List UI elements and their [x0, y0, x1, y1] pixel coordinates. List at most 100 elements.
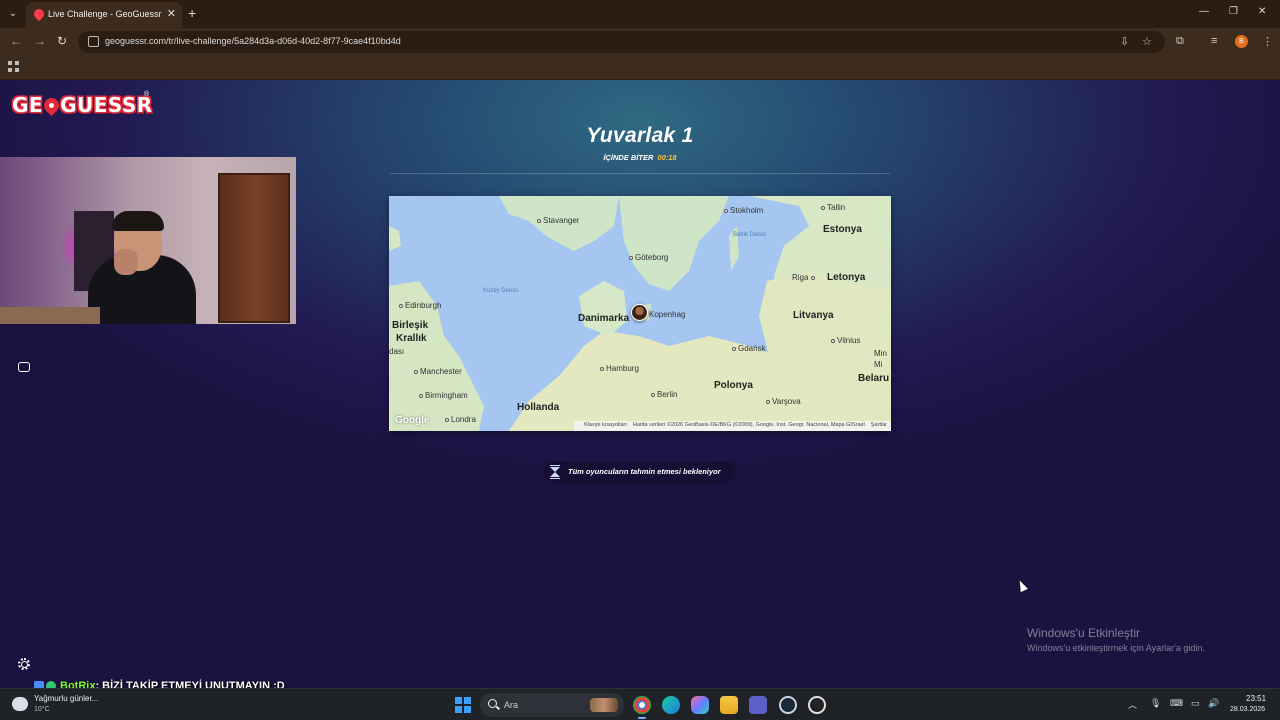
site-info-icon[interactable]	[88, 36, 99, 47]
round-title: Yuvarlak 1	[586, 124, 694, 147]
waiting-text: Tüm oyuncuların tahmin etmesi bekleniyor	[568, 467, 721, 476]
round-timer: İÇİNDE BİTER 00:18	[390, 153, 890, 162]
copilot-icon[interactable]	[691, 696, 709, 714]
extensions-icon[interactable]: ⧉	[1176, 35, 1184, 48]
map-label-polonya: Polonya	[714, 380, 753, 391]
bookmark-star-icon[interactable]: ☆	[1142, 35, 1152, 48]
install-app-icon[interactable]: ⇩	[1120, 35, 1129, 48]
weather-description[interactable]: Yağmurlu günler...	[34, 694, 98, 703]
logo-text-left: GE	[12, 93, 44, 117]
logo-pin-icon	[40, 94, 63, 117]
geoguessr-favicon-icon	[31, 6, 47, 22]
more-menu-icon[interactable]: ⋮	[1262, 35, 1273, 48]
activation-subtitle: Windows'u etkinleştirmek için Ayarlar'a …	[1027, 643, 1205, 653]
google-logo: Google	[395, 415, 430, 426]
edge-icon[interactable]	[662, 696, 680, 714]
browser-toolbar: ← → ↻ geoguessr.com/tr/live-challenge/5a…	[0, 28, 1280, 56]
keyboard-shortcuts-link[interactable]: Klavye kısayolları	[584, 422, 627, 428]
microphone-icon[interactable]: 🎙	[1150, 698, 1161, 709]
map-label-birlesik-1: Birleşik	[392, 320, 429, 331]
clock-date[interactable]: 28.03.2026	[1230, 706, 1265, 713]
map-label-kopenhag: Kopenhag	[649, 310, 686, 319]
map-label-manchester: Manchester	[414, 367, 462, 376]
map-label-stavanger: Stavanger	[537, 216, 579, 225]
search-icon	[488, 699, 497, 708]
address-bar[interactable]: geoguessr.com/tr/live-challenge/5a284d3a…	[78, 31, 1165, 53]
map-label-londra: Londra	[445, 415, 476, 424]
search-placeholder: Ara	[504, 700, 519, 710]
clock-time[interactable]: 23:51	[1246, 694, 1266, 703]
map-label-belarus: Belaru	[858, 373, 890, 384]
chat-icon	[18, 362, 30, 372]
network-icon[interactable]: ▭	[1191, 698, 1200, 709]
forward-arrow-icon[interactable]: →	[34, 34, 46, 48]
map-label-letonya: Letonya	[827, 272, 866, 283]
steam-icon[interactable]	[779, 696, 797, 714]
keyboard-icon[interactable]: ⌨	[1170, 698, 1183, 709]
app-notification-icon[interactable]	[808, 696, 826, 714]
minimize-icon[interactable]: —	[1199, 6, 1209, 17]
map-label-hollanda: Hollanda	[517, 402, 560, 413]
reload-icon[interactable]: ↻	[57, 34, 67, 48]
weather-temperature[interactable]: 10°C	[34, 706, 50, 713]
map-label-goteborg: Göteborg	[629, 253, 668, 262]
map-label-birlesik-2: Krallık	[396, 333, 427, 344]
logo-text-right: GUESSR	[60, 93, 153, 117]
chat-message-text: : BİZİ TAKİP ETMEYİ UNUTMAYIN :D	[95, 680, 285, 688]
window-close-icon[interactable]: ✕	[1258, 6, 1266, 17]
map-label-riga: Riga	[792, 273, 817, 282]
chrome-icon[interactable]	[633, 696, 651, 719]
geoguessr-logo[interactable]: GE GUESSR	[12, 93, 153, 117]
bookmarks-bar	[0, 56, 1280, 80]
tab-close-icon[interactable]: ✕	[167, 7, 176, 20]
terms-link[interactable]: Şartlar	[871, 422, 887, 428]
tab-search-chevron-icon[interactable]: ⌄	[4, 5, 22, 23]
restore-icon[interactable]: ❐	[1229, 6, 1238, 17]
streamer-webcam	[0, 157, 296, 324]
map-label-kuzey: Kuzey Denizi	[483, 288, 519, 294]
profile-avatar[interactable]: B	[1235, 35, 1248, 48]
settings-button[interactable]	[13, 653, 35, 675]
guess-map[interactable]: Stavanger Stokholm Tallin Estonya Baltık…	[389, 196, 891, 431]
windows-taskbar: Yağmurlu günler... 10°C Ara ︿ 🎙 ⌨ ▭ 🔊 23…	[0, 688, 1280, 720]
teams-icon[interactable]	[749, 696, 767, 714]
browser-tab-active[interactable]: Live Challenge - GeoGuessr ✕	[26, 2, 182, 28]
taskbar-search[interactable]: Ara	[480, 693, 624, 717]
stream-chat-message: BotRix: BİZİ TAKİP ETMEYİ UNUTMAYIN :D	[34, 680, 285, 688]
volume-icon[interactable]: 🔊	[1208, 698, 1219, 709]
file-explorer-icon[interactable]	[720, 696, 738, 714]
title-divider	[390, 173, 890, 174]
map-label-min-2: Mi	[874, 360, 883, 369]
map-label-edinburgh: Edinburgh	[399, 301, 441, 310]
map-label-tallin: Tallin	[821, 203, 845, 212]
registered-mark-icon: ®	[144, 91, 150, 98]
cam-desk	[0, 307, 100, 324]
new-tab-plus-icon[interactable]: +	[188, 5, 196, 21]
search-highlight-image	[590, 698, 618, 712]
browser-tab-bar: ⌄ Live Challenge - GeoGuessr ✕ + — ❐ ✕	[0, 0, 1280, 28]
weather-cloud-icon[interactable]	[12, 697, 28, 711]
map-label-varsova: Varşova	[766, 397, 801, 406]
windows-start-icon[interactable]	[455, 697, 471, 713]
map-label-danimarka: Danimarka	[578, 313, 630, 324]
map-label-litvanya: Litvanya	[793, 310, 834, 321]
waiting-status: Tüm oyuncuların tahmin etmesi bekleniyor	[543, 461, 736, 483]
map-label-baltik: Baltık Denizi	[733, 232, 767, 238]
apps-grid-icon[interactable]	[8, 61, 19, 72]
chat-badge-icon	[34, 681, 44, 688]
player-guess-marker[interactable]	[631, 304, 648, 321]
windows-activation-watermark: Windows'u Etkinleştir Windows'u etkinleş…	[1027, 626, 1205, 653]
media-controls-icon[interactable]: ≡	[1211, 35, 1217, 47]
tray-overflow-icon[interactable]: ︿	[1128, 698, 1137, 711]
map-label-vilnius: Vilnius	[831, 336, 860, 345]
timer-label: İÇİNDE BİTER	[603, 153, 654, 162]
map-label-hamburg: Hamburg	[600, 364, 639, 373]
chat-button[interactable]	[13, 356, 35, 378]
map-label-birmingham: Birmingham	[419, 391, 468, 400]
map-label-estonya: Estonya	[823, 224, 862, 235]
mouse-cursor-icon	[1016, 578, 1028, 593]
back-arrow-icon[interactable]: ←	[10, 34, 22, 48]
cam-person-hand	[114, 249, 138, 275]
map-data-credit: Harita verileri ©2026 GeoBasis-DE/BKG (©…	[632, 422, 865, 428]
address-url[interactable]: geoguessr.com/tr/live-challenge/5a284d3a…	[105, 36, 401, 46]
